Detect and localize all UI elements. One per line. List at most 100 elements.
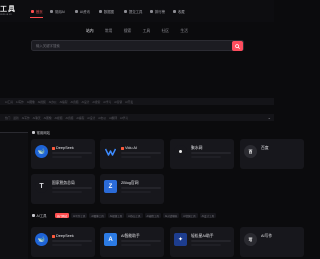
search-tabs: 站内 常用 搜索 工具 社区 生活 bbox=[86, 29, 188, 35]
ai-chip-3[interactable]: AI视频工具 bbox=[107, 213, 125, 218]
ai-chip-6[interactable]: AI对话聊天 bbox=[162, 213, 180, 218]
card-title: AI写作 bbox=[261, 234, 273, 238]
card-title: DeepSeek bbox=[56, 146, 74, 150]
ai-chip-7[interactable]: AI音频工具 bbox=[181, 213, 198, 218]
category-link-11[interactable]: AI开发 bbox=[125, 100, 133, 104]
sidebar bbox=[0, 133, 28, 259]
category-link-6[interactable]: AI音频 bbox=[71, 100, 79, 104]
search-tab-search[interactable]: 搜索 bbox=[124, 29, 132, 35]
nav-item-common-ai[interactable]: 常用AI bbox=[50, 8, 65, 15]
ai-chip-4[interactable]: AI办公工具 bbox=[126, 213, 143, 218]
baidu-logo-icon: 百 bbox=[244, 145, 257, 158]
category-link-9[interactable]: AI学习 bbox=[103, 100, 111, 104]
site-card-baidu[interactable]: 百 百度 bbox=[240, 139, 304, 169]
category-link-secondary-1[interactable]: 最新 bbox=[13, 116, 18, 120]
ai-card-writing[interactable]: 写 AI写作 bbox=[240, 227, 304, 257]
search-button[interactable] bbox=[232, 41, 243, 51]
nav-item-charts[interactable]: 数据图 bbox=[99, 8, 114, 15]
search-icon bbox=[235, 43, 240, 49]
category-link-secondary-0[interactable]: 热门 bbox=[5, 116, 10, 120]
card-title: 聚水网 bbox=[191, 146, 203, 150]
category-bar-secondary: 热门 最新 AI写作 AI聊天 AI图像 AI视频 AI音频 AI编程 AI设计 AI办公 AI翻译… bbox=[0, 114, 274, 121]
card-title: 国家税务总局 bbox=[52, 181, 75, 185]
category-link-0[interactable]: AI工具 bbox=[5, 100, 13, 104]
ai-chip-1[interactable]: AI写作工具 bbox=[71, 213, 88, 218]
assistant-logo-icon: A bbox=[104, 233, 117, 246]
category-link-2[interactable]: AI图像 bbox=[27, 100, 35, 104]
hot-badge-icon bbox=[52, 146, 55, 150]
writing-logo-icon: 写 bbox=[244, 233, 257, 246]
category-bar-primary-links: AI工具 AI写作 AI图像 AI视频 AI办公 AI编程 AI音频 AI设计 AI搜索 AI学习… bbox=[5, 100, 133, 104]
ai-chip-5[interactable]: AI编程工具 bbox=[144, 213, 161, 218]
category-link-secondary-7[interactable]: AI编程 bbox=[76, 116, 84, 120]
category-link-secondary-8[interactable]: AI设计 bbox=[87, 116, 95, 120]
category-link-secondary-4[interactable]: AI图像 bbox=[44, 116, 52, 120]
search-tab-community[interactable]: 社区 bbox=[162, 29, 170, 35]
category-link-5[interactable]: AI编程 bbox=[60, 100, 68, 104]
star-icon bbox=[50, 9, 54, 14]
deepseek-logo-icon: 🐋 bbox=[35, 145, 48, 158]
search-tab-common[interactable]: 常用 bbox=[105, 29, 113, 35]
category-link-secondary-9[interactable]: AI办公 bbox=[98, 116, 106, 120]
card-title: DeepSeek bbox=[56, 234, 74, 238]
category-link-8[interactable]: AI搜索 bbox=[92, 100, 100, 104]
section-title-ai: AI工具 bbox=[32, 213, 47, 218]
card-title: ZBlog官网 bbox=[121, 181, 139, 185]
site-card-jushui[interactable]: 聚水网 bbox=[170, 139, 234, 169]
search-box bbox=[31, 40, 244, 51]
card-title: AI智能助手 bbox=[121, 234, 140, 238]
category-link-secondary-6[interactable]: AI音频 bbox=[65, 116, 73, 120]
dot-logo-icon bbox=[174, 145, 187, 158]
ai-card-assistant[interactable]: A AI智能助手 bbox=[100, 227, 164, 257]
vidu-logo-icon bbox=[104, 145, 117, 158]
site-logo[interactable]: 工具 tools.ai.cn bbox=[0, 3, 28, 19]
nav-item-favorites[interactable]: 收藏 bbox=[173, 8, 185, 15]
site-card-deepseek[interactable]: 🐋 DeepSeek bbox=[31, 139, 95, 169]
category-link-secondary-10[interactable]: AI翻译 bbox=[109, 116, 117, 120]
category-link-4[interactable]: AI办公 bbox=[49, 100, 57, 104]
card-title: 轻松星AI助手 bbox=[191, 234, 214, 238]
nav-item-home[interactable]: 首页 bbox=[31, 8, 43, 15]
ai-card-deepseek[interactable]: 🐋 DeepSeek bbox=[31, 227, 95, 257]
category-link-secondary-2[interactable]: AI写作 bbox=[22, 116, 30, 120]
section-title-common: 常用网站 bbox=[32, 130, 50, 135]
tax-logo-icon: T bbox=[35, 180, 48, 193]
chevron-down-icon[interactable]: ⌄ bbox=[268, 115, 271, 120]
hot-badge-icon bbox=[121, 146, 124, 150]
upload-icon bbox=[124, 9, 128, 14]
category-link-1[interactable]: AI写作 bbox=[16, 100, 24, 104]
category-bar-secondary-links: 热门 最新 AI写作 AI聊天 AI图像 AI视频 AI音频 AI编程 AI设计 AI办公 AI翻译… bbox=[5, 116, 128, 120]
news-icon bbox=[75, 9, 79, 14]
deepseek-logo-icon: 🐋 bbox=[35, 233, 48, 246]
top-navigation: 工具 tools.ai.cn 首页 常用AI AI资讯 数据图 提交工具 排行榜… bbox=[0, 0, 274, 22]
search-input[interactable] bbox=[36, 41, 226, 51]
category-link-secondary-11[interactable]: AI学习 bbox=[120, 116, 128, 120]
search-tab-tools[interactable]: 工具 bbox=[143, 29, 151, 35]
site-card-vidu[interactable]: Vidu AI bbox=[100, 139, 164, 169]
star-logo-icon: ✦ bbox=[174, 233, 187, 246]
ai-chip-2[interactable]: AI图像工具 bbox=[89, 213, 106, 218]
category-link-secondary-5[interactable]: AI视频 bbox=[55, 116, 63, 120]
category-link-7[interactable]: AI设计 bbox=[81, 100, 89, 104]
logo-subtitle: tools.ai.cn bbox=[0, 13, 12, 16]
nav-item-ranking[interactable]: 排行榜 bbox=[150, 8, 165, 15]
site-card-tax[interactable]: T 国家税务总局 bbox=[31, 174, 95, 204]
zblog-logo-icon: Z bbox=[104, 180, 117, 193]
fire-icon bbox=[32, 131, 35, 134]
chart-icon bbox=[99, 9, 103, 14]
nav-item-submit[interactable]: 提交工具 bbox=[124, 8, 142, 15]
ai-chip-8[interactable]: AI设计工具 bbox=[199, 213, 217, 218]
ai-chip-0[interactable]: 热门网站 bbox=[55, 213, 70, 218]
site-card-zblog[interactable]: Z ZBlog官网 bbox=[100, 174, 164, 204]
ai-category-chips: 热门网站 AI写作工具 AI图像工具 AI视频工具 AI办公工具 AI编程工具 AI对话聊天… bbox=[55, 213, 217, 218]
search-tab-site[interactable]: 站内 bbox=[86, 29, 94, 35]
nav-active-indicator bbox=[30, 17, 43, 18]
ai-card-star-assistant[interactable]: ✦ 轻松星AI助手 bbox=[170, 227, 234, 257]
robot-icon bbox=[32, 214, 35, 217]
hot-badge-icon bbox=[52, 234, 55, 238]
category-link-3[interactable]: AI视频 bbox=[38, 100, 46, 104]
category-link-10[interactable]: AI营销 bbox=[114, 100, 122, 104]
category-link-secondary-3[interactable]: AI聊天 bbox=[33, 116, 41, 120]
nav-item-ai-news[interactable]: AI资讯 bbox=[75, 8, 90, 15]
search-tab-life[interactable]: 生活 bbox=[180, 29, 188, 35]
